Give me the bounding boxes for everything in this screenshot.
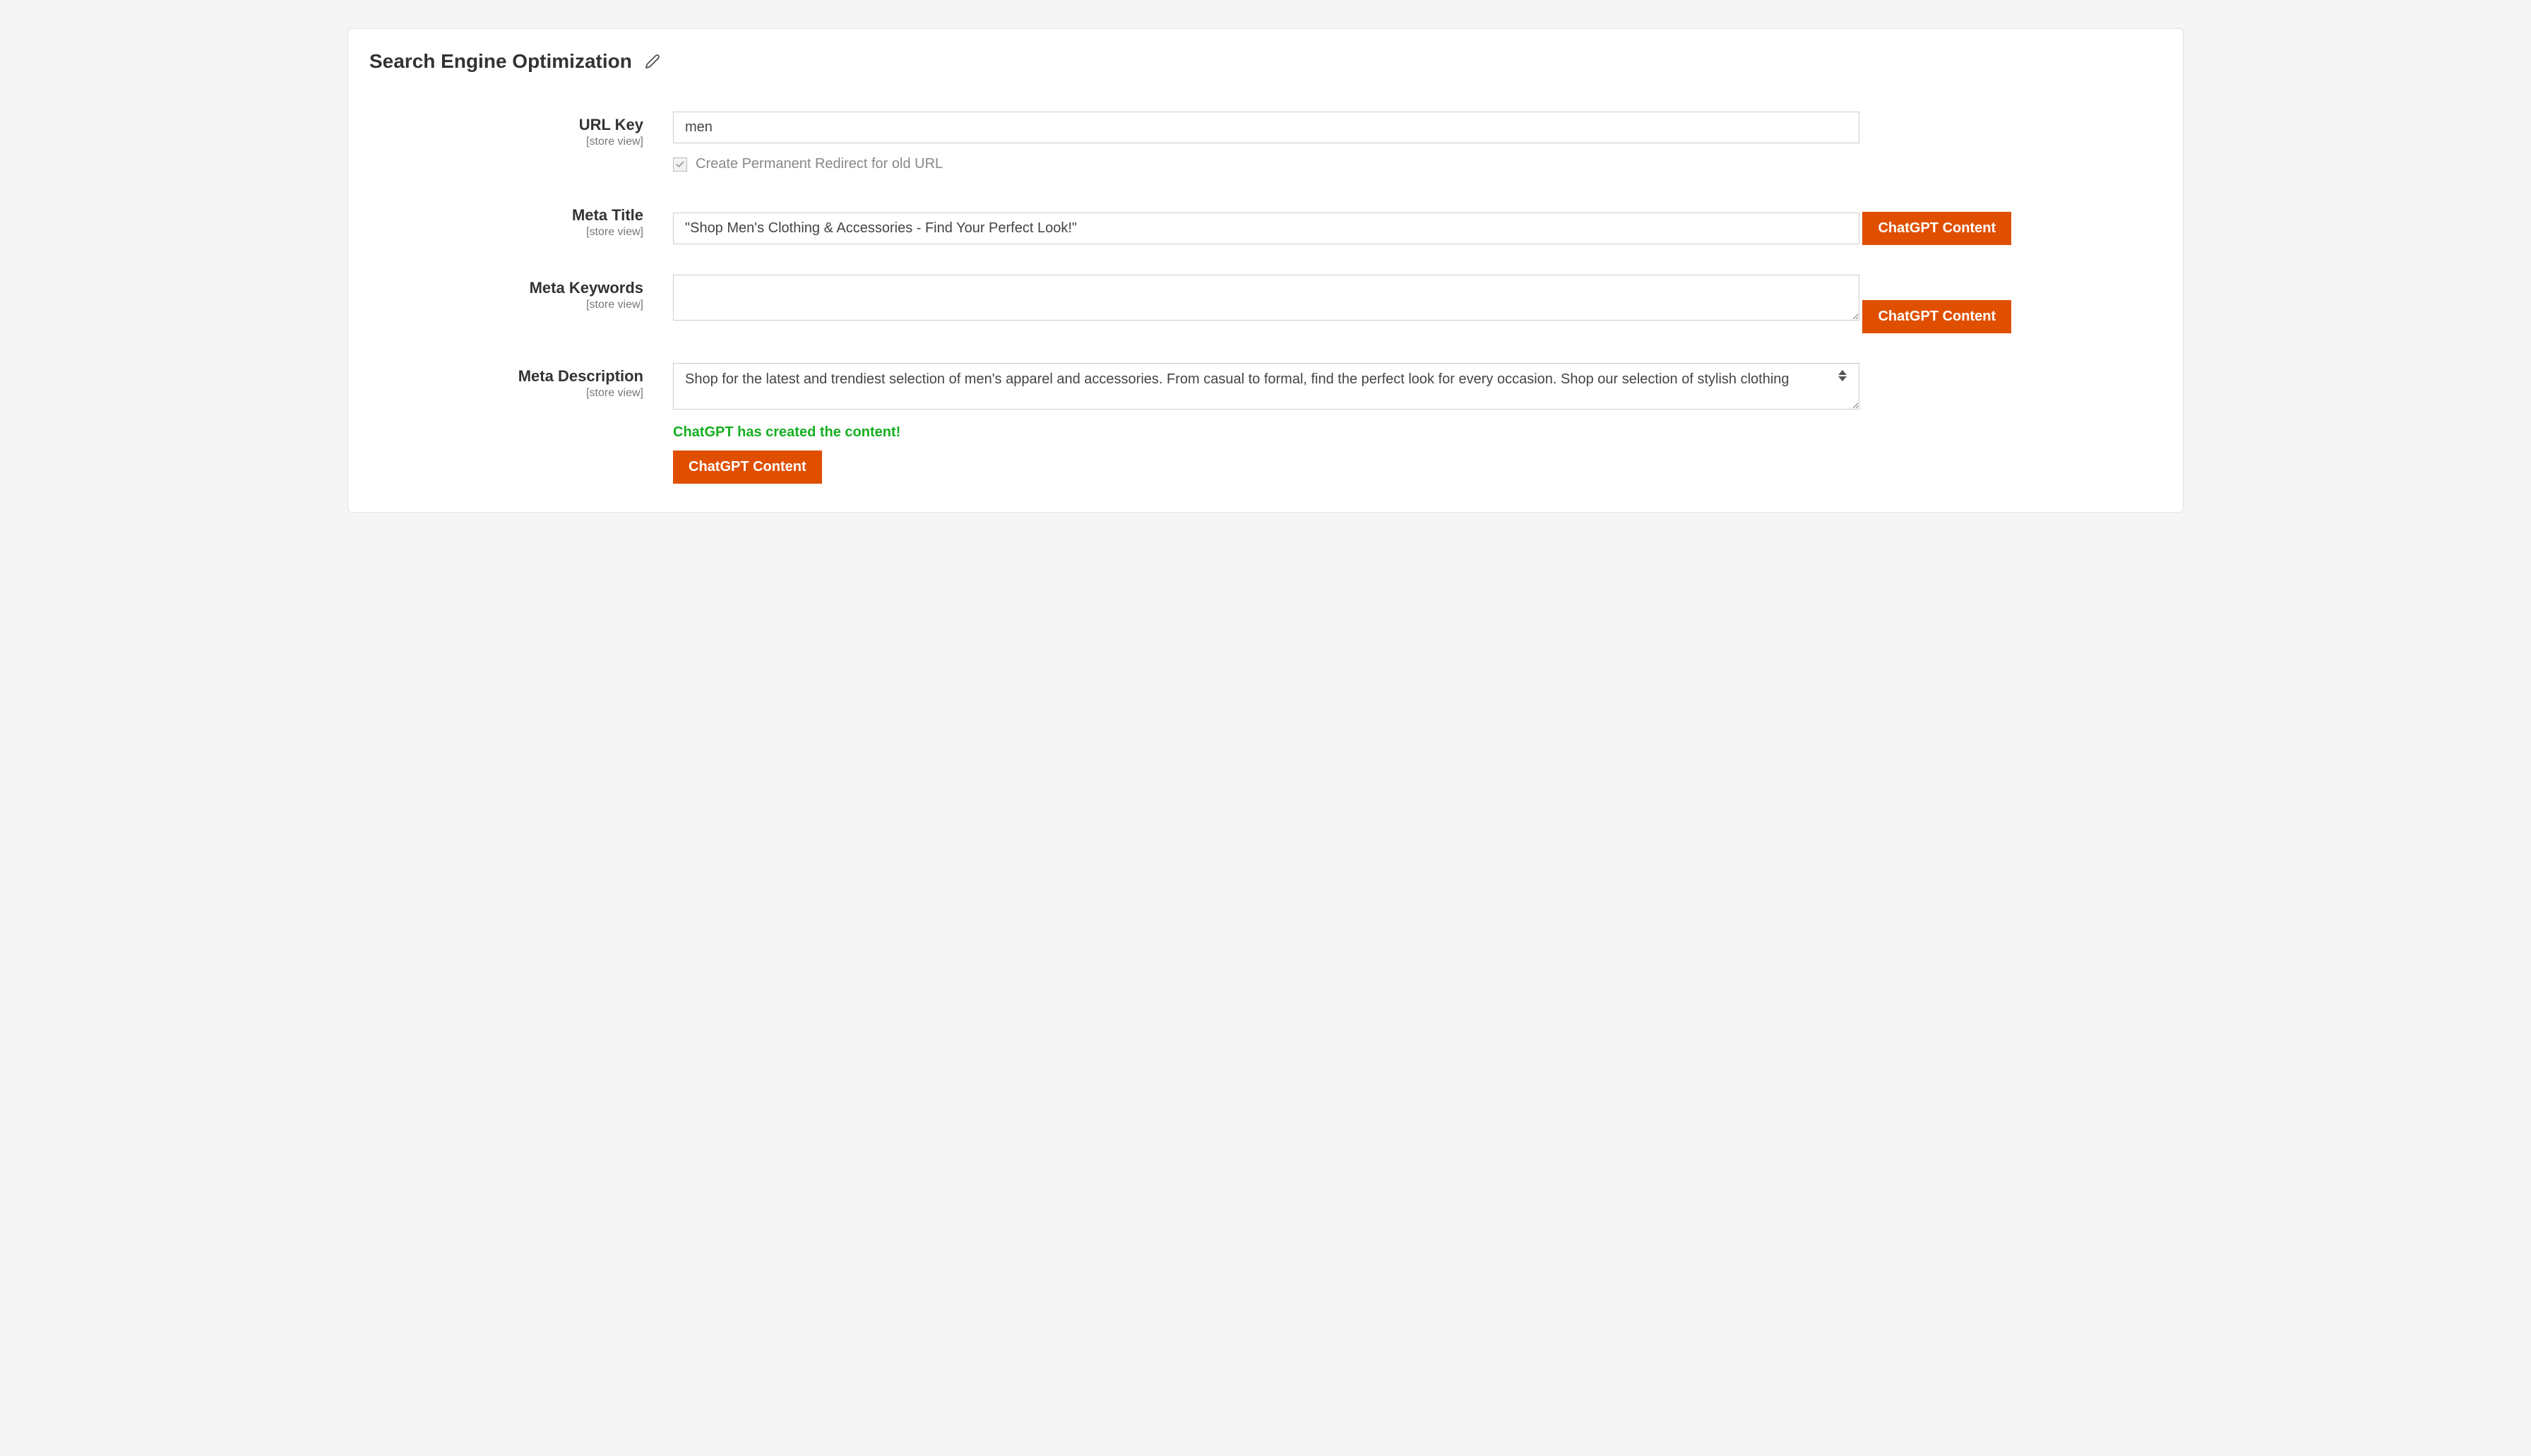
meta-description-row: Meta Description [store view] ChatGPT ha… xyxy=(369,363,2155,484)
meta-keywords-row: Meta Keywords [store view] ChatGPT Conte… xyxy=(369,275,2155,333)
url-key-input[interactable] xyxy=(673,112,1859,143)
panel-title: Search Engine Optimization xyxy=(369,50,632,73)
meta-keywords-control: ChatGPT Content xyxy=(673,275,2155,333)
url-key-control: Create Permanent Redirect for old URL xyxy=(673,112,2155,172)
spinner-up-icon[interactable] xyxy=(1838,370,1847,375)
meta-title-chatgpt-button[interactable]: ChatGPT Content xyxy=(1862,212,2011,245)
meta-description-success: ChatGPT has created the content! xyxy=(673,424,2155,441)
meta-description-wrapper xyxy=(673,363,1859,413)
meta-keywords-label-container: Meta Keywords [store view] xyxy=(369,275,673,311)
url-key-label-container: URL Key [store view] xyxy=(369,112,673,148)
meta-title-label: Meta Title xyxy=(369,206,643,225)
url-key-row: URL Key [store view] Create Permanent Re… xyxy=(369,112,2155,172)
meta-description-label-container: Meta Description [store view] xyxy=(369,363,673,400)
redirect-checkbox-row: Create Permanent Redirect for old URL xyxy=(673,156,2155,172)
meta-title-row: Meta Title [store view] ChatGPT Content xyxy=(369,202,2155,245)
redirect-checkbox-label: Create Permanent Redirect for old URL xyxy=(696,156,943,172)
meta-description-control: ChatGPT has created the content! ChatGPT… xyxy=(673,363,2155,484)
meta-keywords-chatgpt-button[interactable]: ChatGPT Content xyxy=(1862,300,2011,333)
meta-description-input[interactable] xyxy=(673,363,1859,410)
meta-keywords-scope: [store view] xyxy=(369,299,643,311)
meta-description-label: Meta Description xyxy=(369,367,643,386)
meta-description-chatgpt-button[interactable]: ChatGPT Content xyxy=(673,450,822,484)
meta-title-control: ChatGPT Content xyxy=(673,202,2155,245)
seo-panel: Search Engine Optimization URL Key [stor… xyxy=(347,28,2184,513)
url-key-label: URL Key xyxy=(369,116,643,134)
meta-description-scope: [store view] xyxy=(369,387,643,400)
meta-keywords-label: Meta Keywords xyxy=(369,279,643,297)
meta-title-input[interactable] xyxy=(673,213,1859,244)
meta-keywords-input[interactable] xyxy=(673,275,1859,321)
meta-description-spinner[interactable] xyxy=(1838,370,1847,381)
meta-title-label-container: Meta Title [store view] xyxy=(369,202,673,239)
meta-title-scope: [store view] xyxy=(369,226,643,239)
spinner-down-icon[interactable] xyxy=(1838,376,1847,381)
url-key-scope: [store view] xyxy=(369,136,643,148)
edit-icon[interactable] xyxy=(645,54,660,69)
panel-header: Search Engine Optimization xyxy=(369,50,2155,73)
redirect-checkbox[interactable] xyxy=(673,157,687,172)
